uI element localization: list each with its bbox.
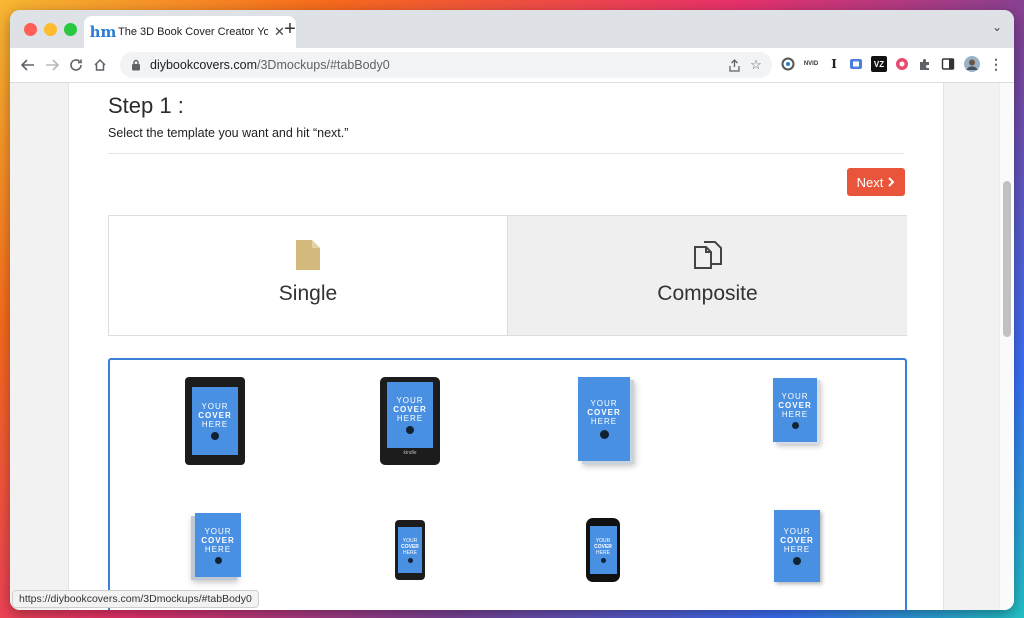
template-tablet-portrait[interactable]: YOUR COVER HERE xyxy=(185,377,245,465)
tab-single-label: Single xyxy=(278,282,338,305)
extension-record-icon[interactable] xyxy=(894,56,910,72)
cover-emblem-icon xyxy=(600,557,606,563)
cover-preview: YOUR COVER HERE xyxy=(387,382,433,448)
cover-line2: COVER xyxy=(780,536,814,545)
cover-line3: HERE xyxy=(204,544,232,554)
cover-line2: COVER xyxy=(778,400,812,410)
tab-strip: hm The 3D Book Cover Creator Yo ✕ + ⌄ xyxy=(10,10,1014,48)
cover-line2: COVER xyxy=(198,411,232,420)
document-icon xyxy=(292,238,324,272)
cover-preview: YOUR COVER HERE xyxy=(192,387,238,455)
page-scrollbar[interactable] xyxy=(999,83,1014,610)
browser-window: hm The 3D Book Cover Creator Yo ✕ + ⌄ di… xyxy=(10,10,1014,610)
cover-line2: COVER xyxy=(393,405,427,414)
kebab-menu-icon[interactable]: ⋮ xyxy=(988,56,1004,72)
cover-line1: YOUR xyxy=(204,526,232,536)
template-kindle[interactable]: YOUR COVER HERE kindle xyxy=(380,377,440,465)
link-status-bar: https://diybookcovers.com/3Dmockups/#tab… xyxy=(12,590,259,608)
extension-i-icon[interactable]: I xyxy=(826,56,842,72)
arrow-right-icon xyxy=(46,59,59,71)
back-button[interactable] xyxy=(18,55,38,75)
sidebar-icon[interactable] xyxy=(940,56,956,72)
cover-line1: YOUR xyxy=(201,402,229,411)
template-phone-android[interactable]: YOUR COVER HERE xyxy=(586,518,620,582)
scrollbar-thumb[interactable] xyxy=(1003,181,1011,337)
cover-emblem-icon xyxy=(791,421,799,429)
maximize-window-button[interactable] xyxy=(64,23,77,36)
page-viewport: Step 1 : Select the template you want an… xyxy=(10,83,1014,610)
copy-icon xyxy=(692,238,724,272)
template-grid: YOUR COVER HERE YOUR COVER HERE kindle Y… xyxy=(108,358,907,610)
extension-ring-icon[interactable] xyxy=(780,56,796,72)
next-button[interactable]: Next xyxy=(847,168,905,196)
cover-line3: HERE xyxy=(781,409,809,419)
cover-emblem-icon xyxy=(793,557,801,565)
arrow-left-icon xyxy=(21,59,34,71)
cover-line3: HERE xyxy=(201,420,229,429)
extension-nvid-icon[interactable]: NVID xyxy=(803,56,819,72)
cover-emblem-icon xyxy=(407,557,413,563)
cover-line3: HERE xyxy=(783,545,811,554)
template-phone[interactable]: YOUR COVER HERE xyxy=(395,520,425,580)
reload-icon xyxy=(70,59,82,71)
cover-emblem-icon xyxy=(214,556,222,564)
template-paperback[interactable]: YOUR COVER HERE xyxy=(578,377,630,461)
tab-single[interactable]: Single xyxy=(109,216,507,335)
lock-icon xyxy=(130,59,142,71)
template-tabs: Single Composite xyxy=(108,215,907,336)
divider xyxy=(108,153,904,154)
reload-button[interactable] xyxy=(66,55,86,75)
avatar[interactable] xyxy=(964,56,980,72)
step-subtitle: Select the template you want and hit “ne… xyxy=(108,126,349,140)
cover-line3: HERE xyxy=(596,549,610,556)
cover-line1: YOUR xyxy=(590,399,618,408)
minimize-window-button[interactable] xyxy=(44,23,57,36)
cover-emblem-icon xyxy=(406,426,414,434)
home-button[interactable] xyxy=(90,55,110,75)
puzzle-icon[interactable] xyxy=(917,56,933,72)
address-bar[interactable]: diybookcovers.com/3Dmockups/#tabBody0 ☆ xyxy=(120,52,772,78)
url-path: /3Dmockups/#tabBody0 xyxy=(257,58,390,72)
cover-line2: COVER xyxy=(201,535,235,545)
url-host: diybookcovers.com xyxy=(150,58,257,72)
cover-preview: YOUR COVER HERE xyxy=(589,526,617,574)
tab-title: The 3D Book Cover Creator Yo xyxy=(118,26,268,38)
page-content: Step 1 : Select the template you want an… xyxy=(68,83,944,610)
cover-line3: HERE xyxy=(396,414,424,423)
favicon-icon: hm xyxy=(89,23,117,41)
extension-translate-icon[interactable] xyxy=(848,56,864,72)
cover-preview: YOUR COVER HERE xyxy=(398,527,422,573)
tab-composite[interactable]: Composite xyxy=(507,216,907,335)
step-title: Step 1 : xyxy=(108,93,184,118)
close-window-button[interactable] xyxy=(24,23,37,36)
browser-tab-active[interactable]: hm The 3D Book Cover Creator Yo ✕ xyxy=(84,16,296,48)
browser-toolbar: diybookcovers.com/3Dmockups/#tabBody0 ☆ … xyxy=(10,48,1014,83)
cover-line1: YOUR xyxy=(783,527,811,536)
cover-line1: YOUR xyxy=(396,396,424,405)
next-button-label: Next xyxy=(856,174,884,190)
cover-emblem-icon xyxy=(211,432,219,440)
cover-line2: COVER xyxy=(587,408,621,417)
template-book-small[interactable]: YOUR COVER HERE xyxy=(773,378,817,442)
kindle-label: kindle xyxy=(403,450,417,456)
cover-line1: YOUR xyxy=(781,391,809,401)
template-flat-cover[interactable]: YOUR COVER HERE xyxy=(774,510,820,582)
cover-line3: HERE xyxy=(590,417,618,426)
share-icon[interactable] xyxy=(726,57,742,73)
extension-vz-icon[interactable]: VZ xyxy=(871,56,887,72)
chevron-right-icon xyxy=(888,177,895,187)
cover-line3: HERE xyxy=(403,549,417,556)
forward-button[interactable] xyxy=(42,55,62,75)
template-book-angled[interactable]: YOUR COVER HERE xyxy=(195,513,241,577)
home-icon xyxy=(94,58,106,71)
url-text: diybookcovers.com/3Dmockups/#tabBody0 xyxy=(150,58,390,72)
star-icon[interactable]: ☆ xyxy=(748,57,764,73)
new-tab-button[interactable]: + xyxy=(278,18,302,41)
tab-composite-label: Composite xyxy=(657,282,758,305)
tab-search-chevron-icon[interactable]: ⌄ xyxy=(992,20,1002,34)
cover-emblem-icon xyxy=(599,430,609,439)
